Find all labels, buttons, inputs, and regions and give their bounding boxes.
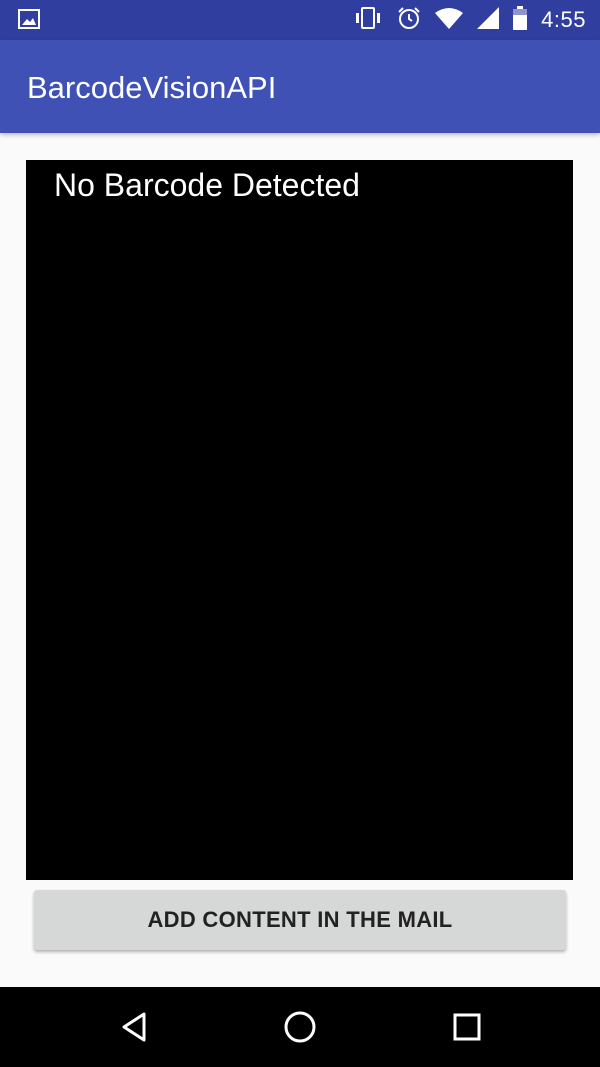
signal-icon: [477, 6, 500, 34]
alarm-icon: [397, 6, 421, 35]
barcode-status-text: No Barcode Detected: [54, 167, 360, 203]
app-title: BarcodeVisionAPI: [27, 70, 277, 105]
battery-icon: [513, 5, 528, 35]
status-icons: 4:55: [353, 0, 586, 40]
navigation-bar: [0, 987, 600, 1067]
app-bar: BarcodeVisionAPI: [0, 40, 600, 133]
image-notification-icon: [18, 9, 42, 31]
status-time: 4:55: [541, 7, 586, 32]
recents-icon[interactable]: [449, 1009, 485, 1045]
add-content-button[interactable]: ADD CONTENT IN THE MAIL: [34, 890, 566, 950]
back-icon[interactable]: [116, 1009, 152, 1045]
home-icon[interactable]: [282, 1009, 318, 1045]
vibrate-icon: [353, 6, 383, 34]
wifi-icon: [435, 7, 464, 34]
camera-preview: No Barcode Detected: [26, 160, 573, 880]
status-bar: 4:55: [0, 0, 600, 40]
